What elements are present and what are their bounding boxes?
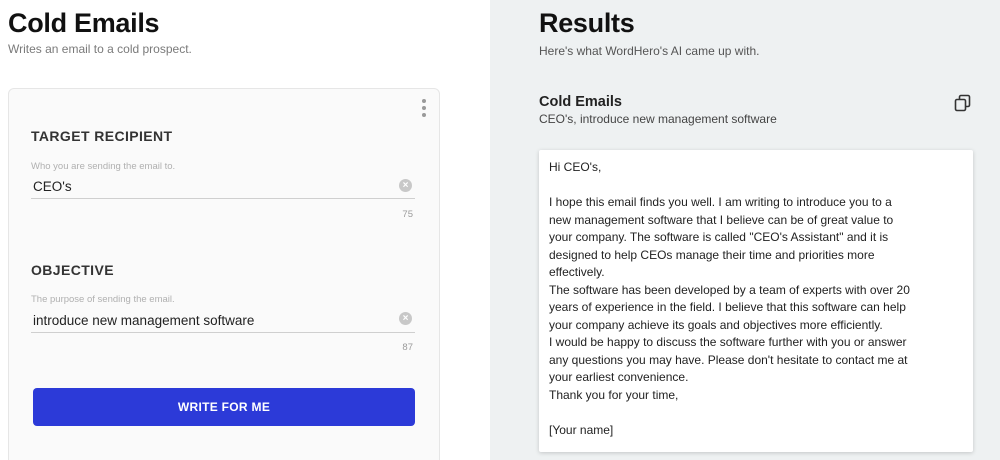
objective-counter: 87 [402,342,413,353]
page-subtitle: Writes an email to a cold prospect. [8,42,192,56]
form-card: TARGET RECIPIENT Who you are sending the… [8,88,440,460]
email-line: I hope this email finds you well. I am w… [549,195,892,209]
result-description: CEO's, introduce new management software [539,112,777,126]
email-line: years of experience in the field. I beli… [549,300,906,314]
email-line: I would be happy to discuss the software… [549,335,907,349]
kebab-menu-icon[interactable] [421,99,427,117]
target-recipient-help: Who you are sending the email to. [31,161,176,172]
target-recipient-counter: 75 [402,209,413,220]
email-line: effectively. [549,265,605,279]
email-line: your company. The software is called "CE… [549,230,889,244]
target-recipient-label: TARGET RECIPIENT [31,128,173,144]
results-subtitle: Here's what WordHero's AI came up with. [539,44,760,58]
result-text-box[interactable]: Hi CEO's, I hope this email finds you wel… [539,150,973,452]
results-panel: Results Here's what WordHero's AI came u… [490,0,1000,460]
email-blank-line [549,404,963,422]
email-line: [Your name] [549,422,614,437]
results-title: Results [539,8,635,38]
objective-label: OBJECTIVE [31,262,114,278]
input-panel: Cold Emails Writes an email to a cold pr… [0,0,490,460]
target-recipient-input[interactable] [31,175,415,199]
objective-help: The purpose of sending the email. [31,294,175,305]
write-for-me-button[interactable]: WRITE FOR ME [33,388,415,426]
email-line: The software has been developed by a tea… [549,282,910,297]
objective-input[interactable] [31,309,415,333]
email-line: your earliest convenience. [549,370,689,384]
email-line: new management software that I believe c… [549,212,894,227]
email-line: any questions you may have. Please don't… [549,352,908,367]
copy-icon[interactable] [954,94,972,112]
email-line: designed to help CEOs manage their time … [549,247,875,262]
email-line: Hi CEO's, [549,160,602,174]
page-title: Cold Emails [8,8,160,38]
clear-icon[interactable]: × [399,179,412,192]
email-line: your company achieve its goals and objec… [549,317,883,332]
email-line: Thank you for your time, [549,387,679,402]
email-blank-line [549,177,963,195]
result-name: Cold Emails [539,94,622,110]
clear-icon[interactable]: × [399,312,412,325]
